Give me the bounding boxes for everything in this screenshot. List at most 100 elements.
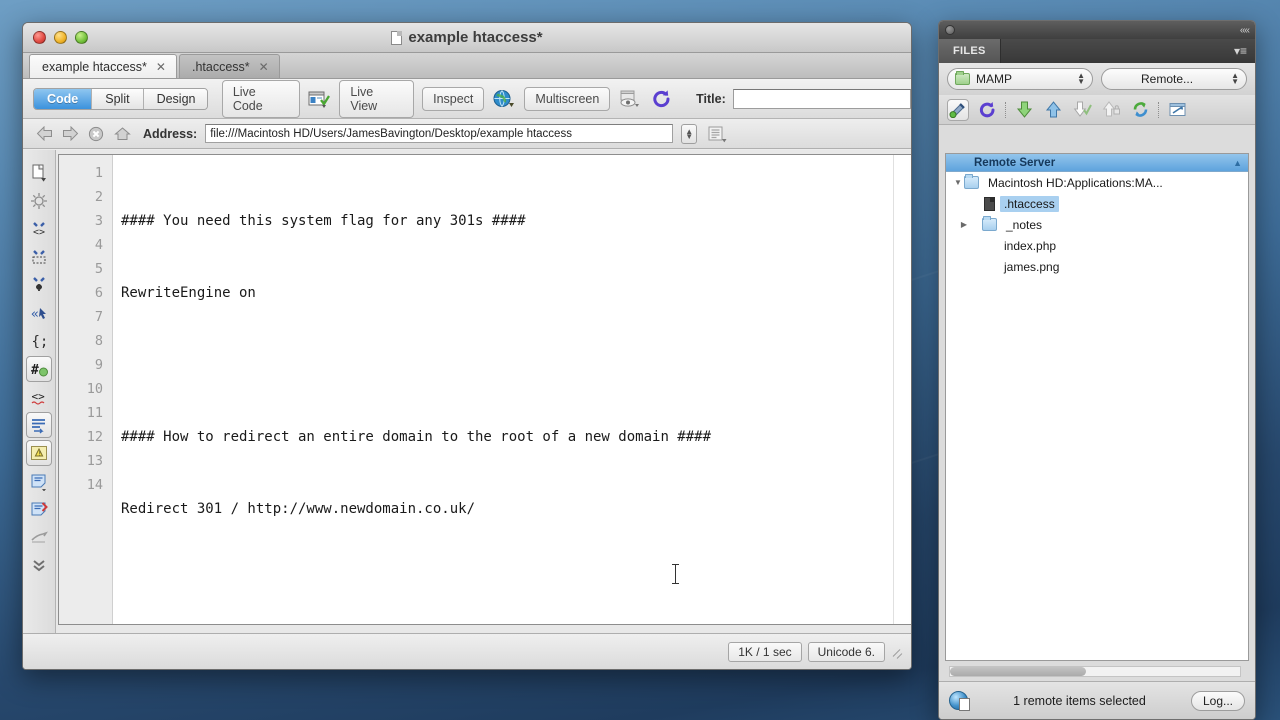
- remove-comment-icon[interactable]: !: [26, 440, 52, 466]
- tab-files[interactable]: FILES: [939, 39, 1001, 63]
- list-item-label: _notes: [1006, 217, 1043, 232]
- file-management-dropdown-icon[interactable]: [705, 123, 729, 145]
- address-toolbar: Address: file:///Macintosh HD/Users/Jame…: [23, 119, 911, 149]
- close-icon[interactable]: ✕: [259, 60, 269, 74]
- line-number: 8: [94, 333, 103, 349]
- open-documents-icon[interactable]: [26, 160, 52, 186]
- line-number: 12: [86, 429, 103, 445]
- list-item-label: james.png: [1004, 259, 1060, 274]
- back-arrow-icon[interactable]: [35, 126, 53, 142]
- site-select-value: MAMP: [976, 72, 1012, 86]
- list-item[interactable]: james.png: [946, 256, 1248, 277]
- line-number: 7: [94, 309, 103, 325]
- files-panel-toolbar: [939, 95, 1255, 125]
- collapse-full-tag-icon[interactable]: <>: [26, 216, 52, 242]
- wrap-tag-icon[interactable]: [26, 468, 52, 494]
- sort-ascending-icon[interactable]: ▲: [1233, 158, 1242, 168]
- line-number: 10: [86, 381, 103, 397]
- stop-icon[interactable]: [87, 126, 105, 142]
- expand-collapse-icon[interactable]: [1166, 99, 1188, 121]
- live-view-button[interactable]: Live View: [339, 79, 415, 118]
- site-select[interactable]: MAMP ▲ ▼: [947, 68, 1093, 90]
- svg-text:«: «: [31, 307, 39, 322]
- remote-file-list[interactable]: Remote Server ▲ ▼ Macintosh HD:Applicati…: [945, 153, 1249, 661]
- address-stepper[interactable]: ▲ ▼: [681, 123, 698, 144]
- view-mode-design[interactable]: Design: [143, 88, 207, 109]
- highlight-invalid-code-icon[interactable]: <>: [26, 384, 52, 410]
- panel-options-menu-icon[interactable]: ▾≡: [1234, 44, 1247, 58]
- put-files-icon[interactable]: [1042, 99, 1064, 121]
- files-panel-tabbar: FILES ▾≡: [939, 39, 1255, 63]
- visual-aids-icon[interactable]: [618, 88, 642, 110]
- balance-braces-icon[interactable]: {;}: [26, 328, 52, 354]
- multiscreen-button[interactable]: Multiscreen: [524, 86, 611, 111]
- file-management-icon[interactable]: [26, 188, 52, 214]
- svg-text:!: !: [38, 451, 42, 458]
- line-number: 1: [94, 165, 103, 181]
- refresh-design-view-icon[interactable]: [650, 88, 674, 110]
- collapse-selection-icon[interactable]: [26, 244, 52, 270]
- view-select[interactable]: Remote... ▲ ▼: [1101, 68, 1247, 90]
- more-icon[interactable]: [26, 552, 52, 578]
- view-select-value: Remote...: [1141, 72, 1194, 86]
- files-panel-window: «« FILES ▾≡ MAMP ▲ ▼ Remote... ▲ ▼ Remot…: [938, 20, 1256, 720]
- collapse-panel-icon[interactable]: ««: [1240, 25, 1250, 36]
- remote-selection-status: 1 remote items selected: [1013, 693, 1146, 708]
- list-item[interactable]: ▶ _notes: [946, 214, 1248, 235]
- select-parent-tag-icon[interactable]: «: [26, 300, 52, 326]
- disclosure-triangle-icon[interactable]: [972, 199, 984, 208]
- home-icon[interactable]: [113, 126, 131, 142]
- code-text[interactable]: #### You need this system flag for any 3…: [113, 155, 893, 624]
- close-icon[interactable]: ✕: [156, 60, 166, 74]
- line-number: 6: [94, 285, 103, 301]
- forward-arrow-icon[interactable]: [61, 126, 79, 142]
- list-item-label: .htaccess: [1000, 195, 1059, 212]
- toolbar-divider: [1158, 101, 1159, 118]
- connect-to-remote-host-icon[interactable]: [947, 98, 969, 121]
- recent-snippets-icon[interactable]: [26, 496, 52, 522]
- title-input[interactable]: [732, 88, 911, 109]
- coding-toolbar: <> « {;} # <> !: [23, 150, 56, 633]
- editor-area: <> « {;} # <> !: [23, 150, 911, 633]
- expand-all-icon[interactable]: [26, 272, 52, 298]
- view-mode-code[interactable]: Code: [34, 88, 93, 109]
- file-list-header[interactable]: Remote Server ▲: [946, 154, 1248, 172]
- preview-in-browser-icon[interactable]: [492, 88, 516, 110]
- folder-icon: [964, 174, 979, 189]
- list-item[interactable]: ▼ Macintosh HD:Applications:MA...: [946, 172, 1248, 193]
- document-size-status[interactable]: 1K / 1 sec: [728, 641, 802, 662]
- list-item[interactable]: .htaccess: [946, 193, 1248, 214]
- check-out-icon[interactable]: [1071, 99, 1093, 121]
- disclosure-triangle-icon[interactable]: ▼: [952, 178, 964, 187]
- move-indent-icon[interactable]: [26, 524, 52, 550]
- disclosure-triangle-icon[interactable]: ▶: [958, 220, 970, 229]
- list-item[interactable]: index.php: [946, 235, 1248, 256]
- tab-example-htaccess[interactable]: example htaccess* ✕: [29, 54, 177, 78]
- get-files-icon[interactable]: [1013, 99, 1035, 121]
- live-code-button[interactable]: Live Code: [221, 79, 300, 118]
- chevron-updown-icon: ▲ ▼: [1077, 71, 1085, 86]
- code-right-margin: [893, 155, 911, 624]
- synchronize-icon[interactable]: [1129, 99, 1151, 121]
- tab-htaccess[interactable]: .htaccess* ✕: [178, 54, 280, 78]
- scrollbar-thumb[interactable]: [950, 667, 1087, 676]
- code-line: Redirect 301 / http://www.newdomain.co.u…: [121, 501, 476, 517]
- view-mode-split[interactable]: Split: [92, 88, 144, 109]
- inspect-button[interactable]: Inspect: [422, 86, 485, 111]
- refresh-icon[interactable]: [976, 99, 998, 121]
- resize-grip[interactable]: [891, 645, 905, 659]
- panel-close-button[interactable]: [945, 25, 955, 35]
- check-in-icon[interactable]: [1100, 99, 1122, 121]
- inspect-mode-icon[interactable]: [308, 88, 332, 110]
- address-input[interactable]: file:///Macintosh HD/Users/JamesBavingto…: [205, 124, 674, 143]
- address-label: Address:: [143, 126, 198, 141]
- apply-comment-icon[interactable]: [26, 412, 52, 438]
- line-numbers-icon[interactable]: #: [26, 356, 52, 382]
- svg-text:{;}: {;}: [32, 334, 50, 350]
- log-button[interactable]: Log...: [1190, 690, 1245, 711]
- document-toolbar: Code Split Design Live Code Live View In…: [23, 79, 911, 119]
- files-horizontal-scrollbar[interactable]: [949, 666, 1241, 677]
- code-editor[interactable]: 1 2 3 4 5 6 7 8 9 10 11 12 13 14 #### Yo…: [58, 154, 911, 625]
- encoding-status[interactable]: Unicode 6.: [807, 641, 885, 662]
